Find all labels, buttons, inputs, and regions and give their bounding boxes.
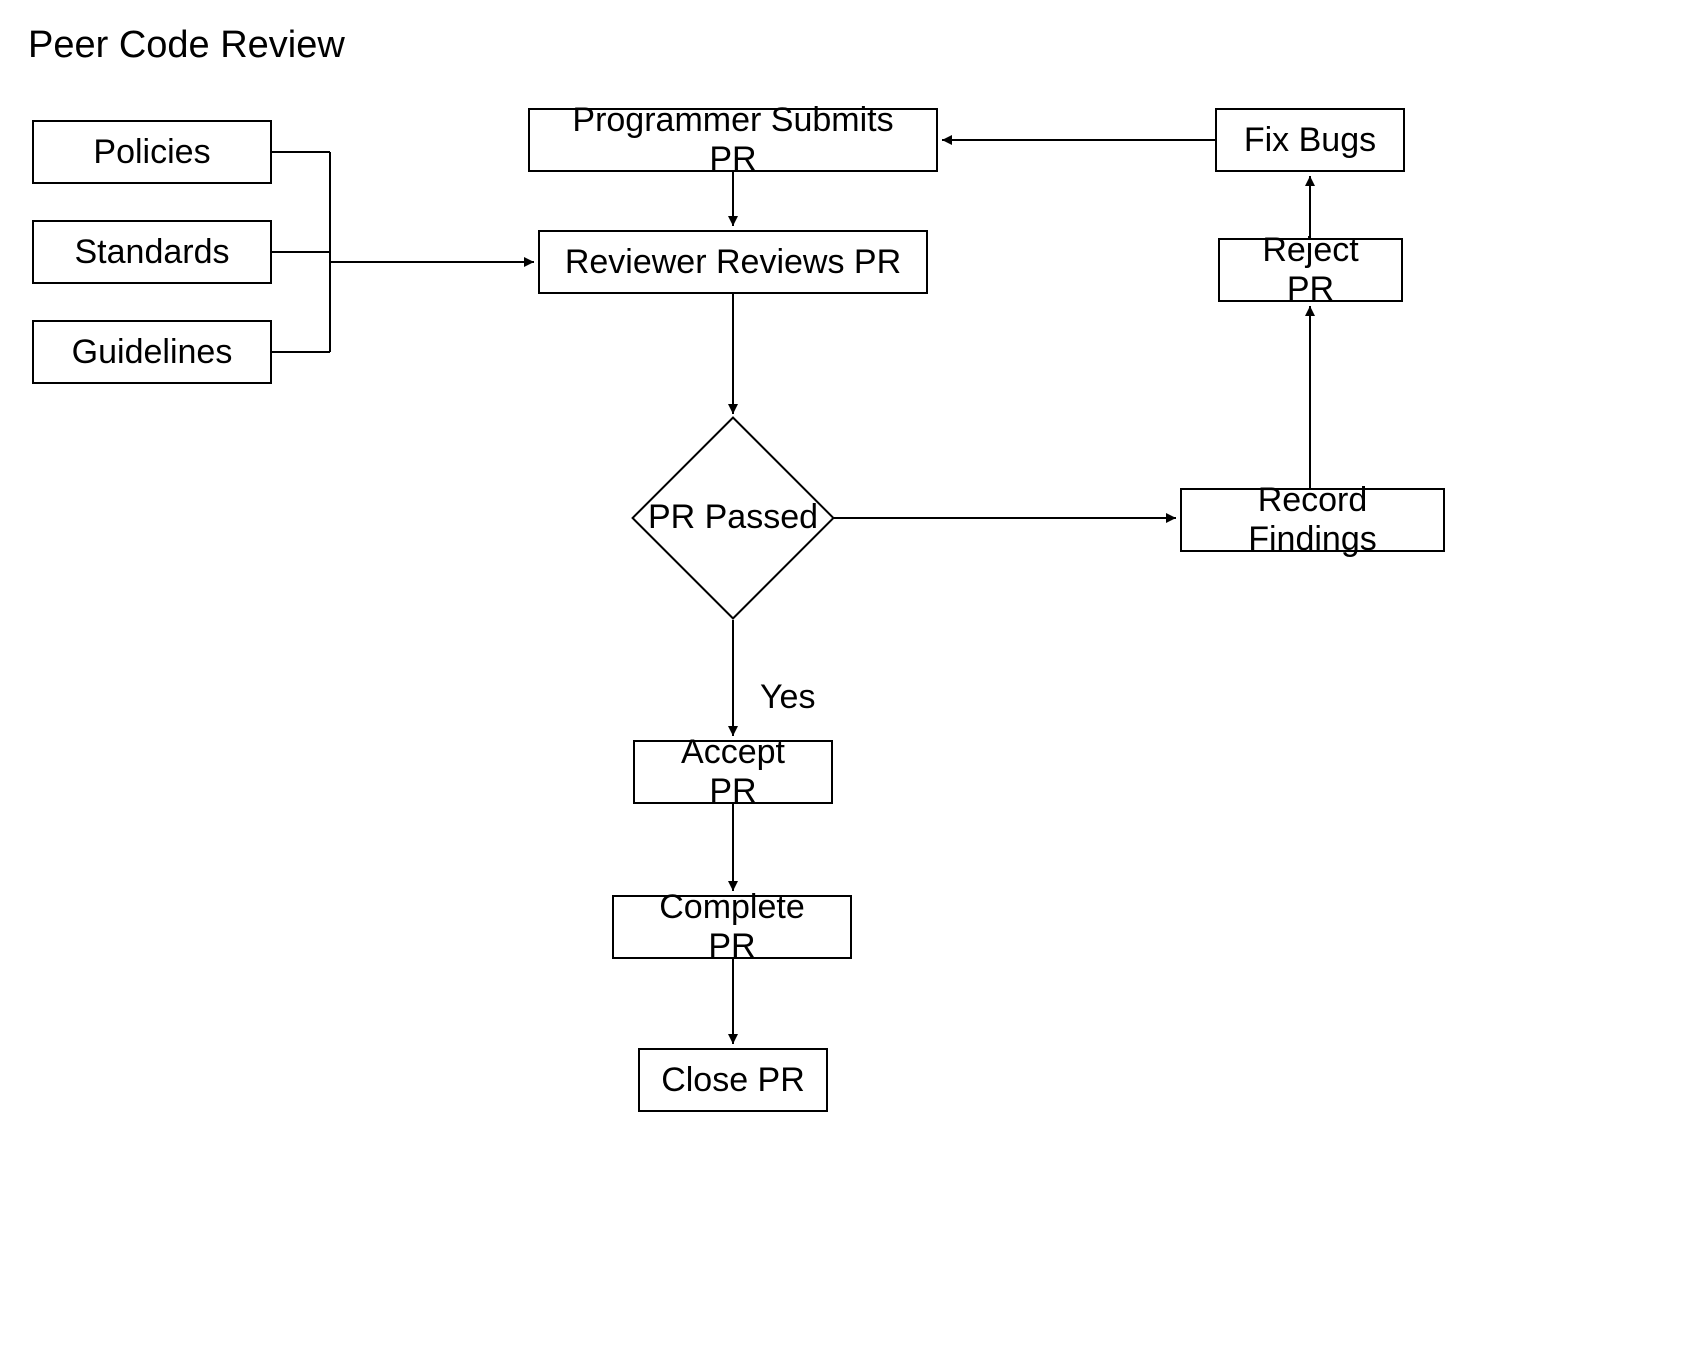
node-review: Reviewer Reviews PR [538,230,928,294]
diagram-title: Peer Code Review [28,24,345,67]
node-submit: Programmer Submits PR [528,108,938,172]
flowchart-connectors [0,0,1707,1354]
node-complete: Complete PR [612,895,852,959]
node-standards: Standards [32,220,272,284]
node-policies: Policies [32,120,272,184]
node-accept: Accept PR [633,740,833,804]
node-reject: Reject PR [1218,238,1403,302]
node-close: Close PR [638,1048,828,1112]
node-record: Record Findings [1180,488,1445,552]
node-fix: Fix Bugs [1215,108,1405,172]
edge-label-yes: Yes [760,678,815,717]
node-decision: PR Passed [633,418,833,618]
decision-label: PR Passed [648,498,818,537]
node-guidelines: Guidelines [32,320,272,384]
